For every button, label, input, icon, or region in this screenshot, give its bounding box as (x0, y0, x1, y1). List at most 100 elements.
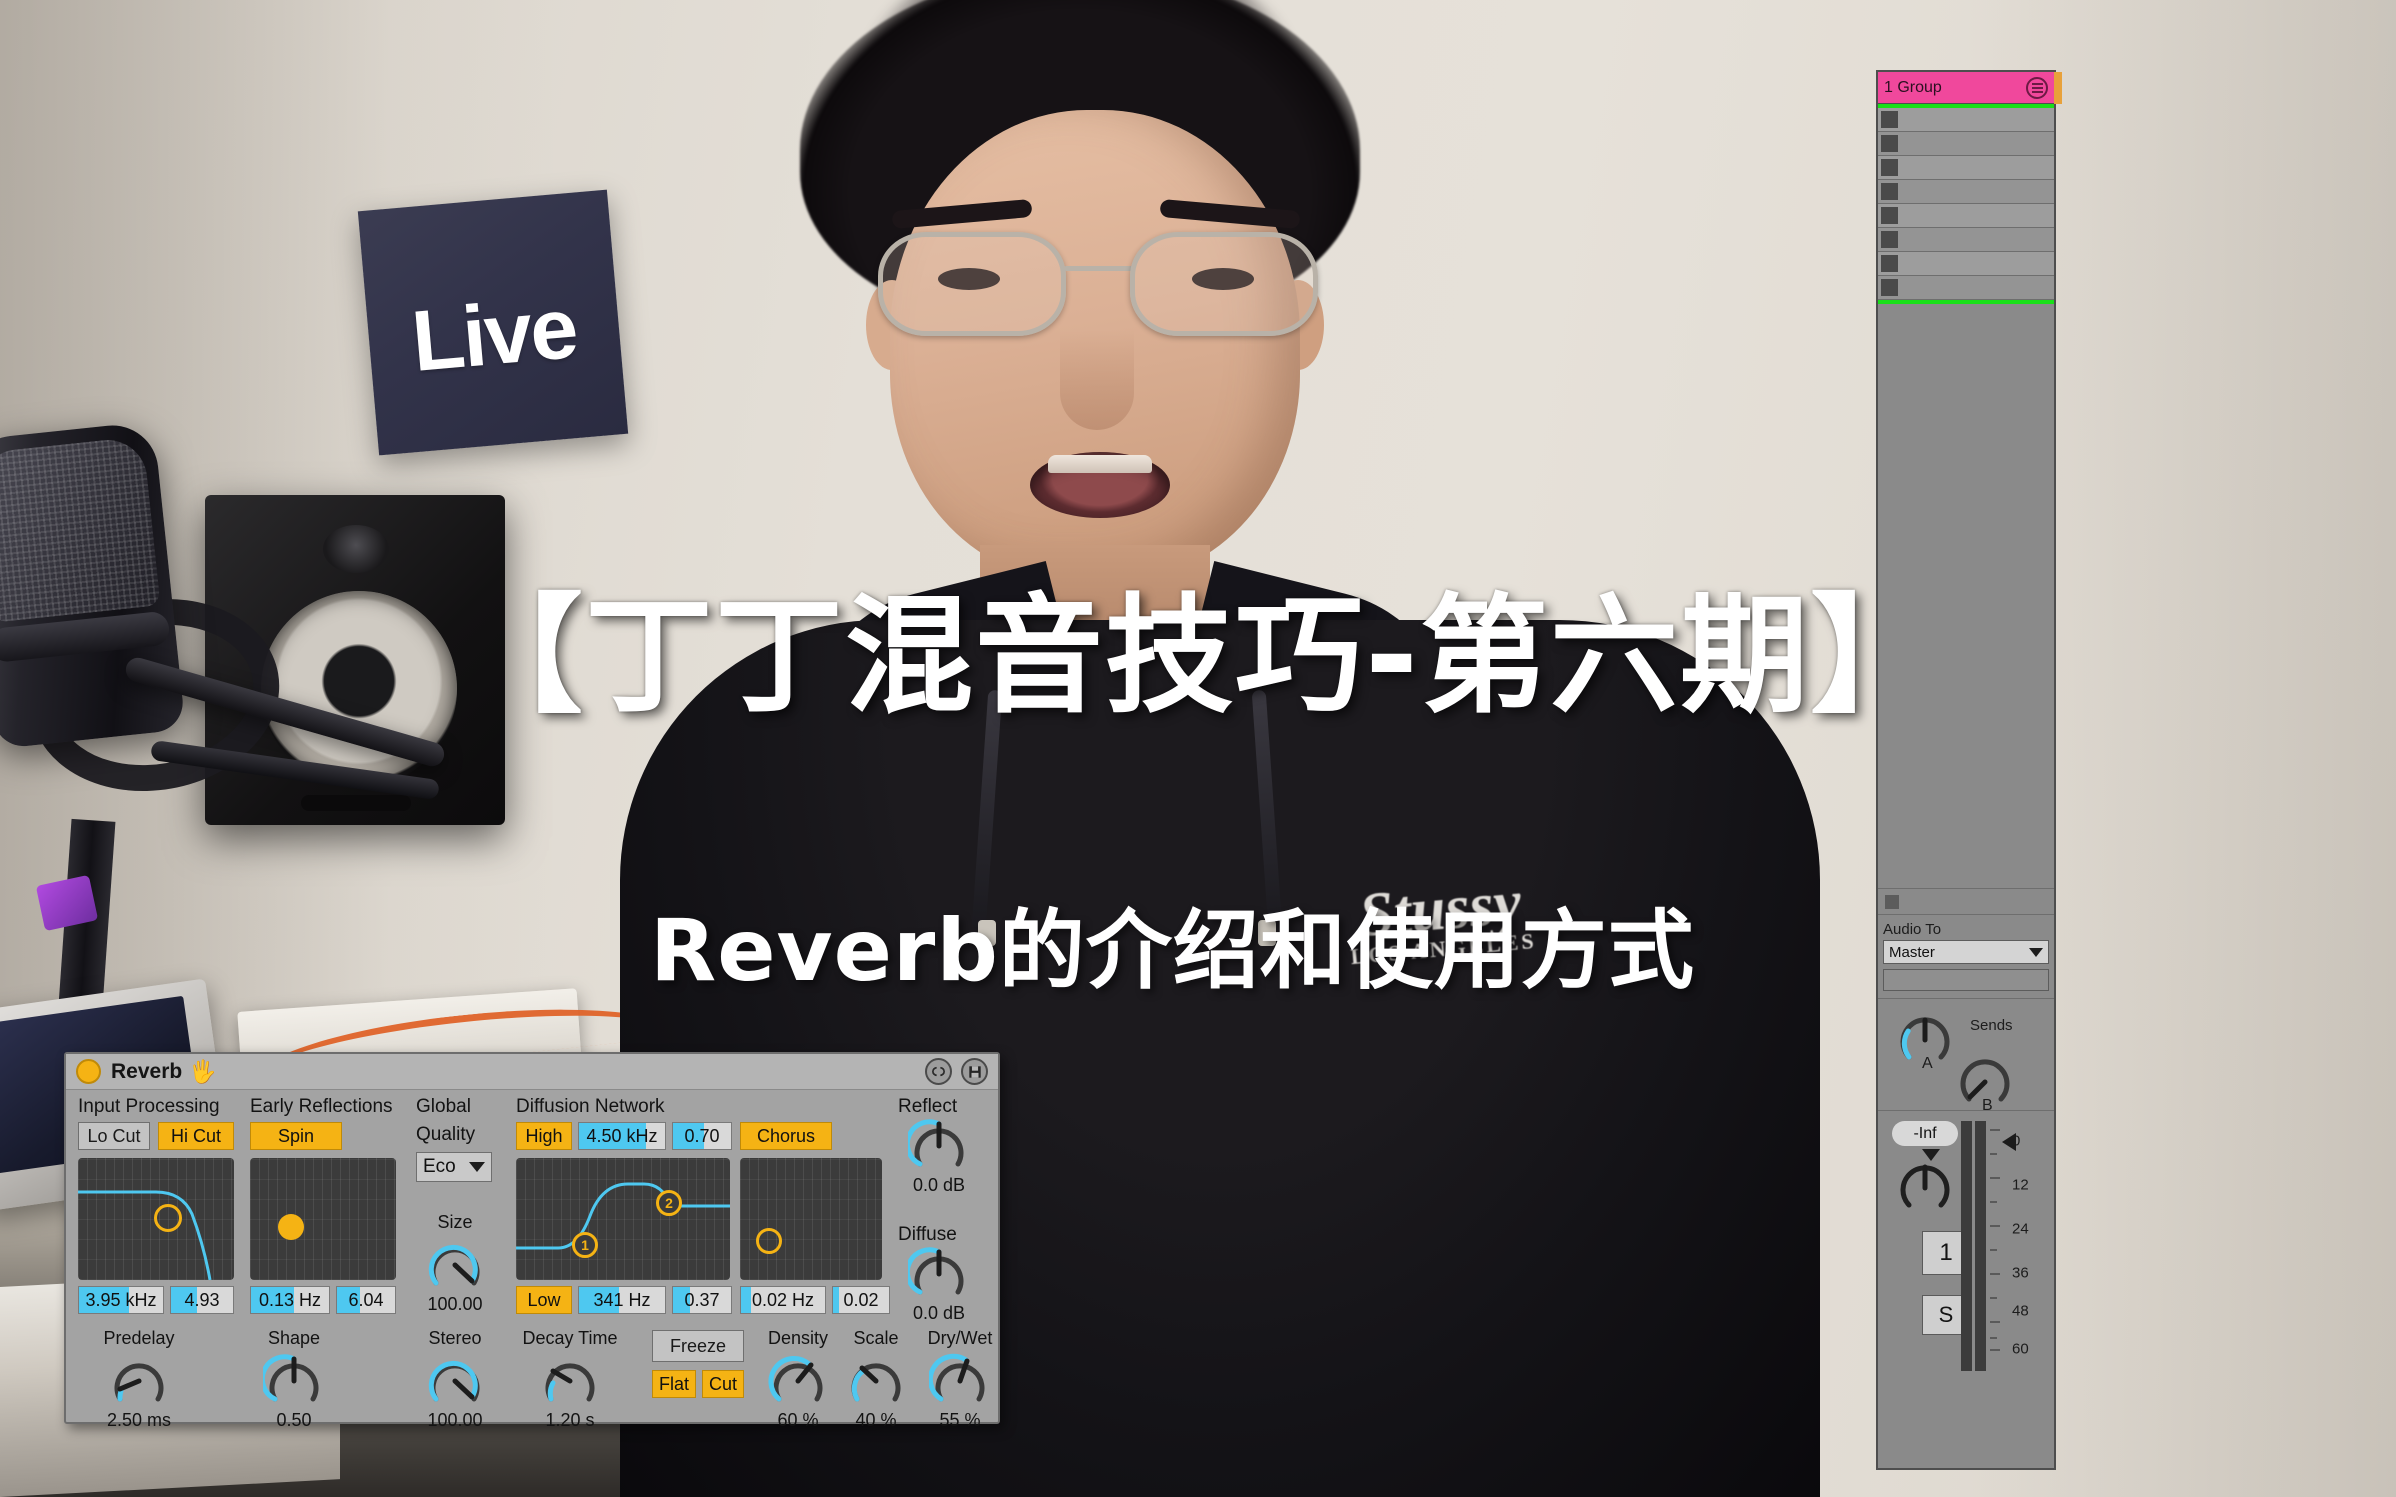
low-amount-field[interactable]: 0.37 (672, 1286, 732, 1314)
audio-to-label: Audio To (1883, 921, 1942, 938)
track-name: 1 Group (1884, 78, 1942, 96)
chorus-graph[interactable] (740, 1158, 882, 1280)
chorus-button[interactable]: Chorus (740, 1122, 832, 1150)
scale-value: 40 % (855, 1410, 897, 1430)
section-label-input-processing: Input Processing (78, 1096, 220, 1117)
diffusion-node-2[interactable]: 2 (656, 1190, 682, 1216)
diffuse-value: 0.0 dB (912, 1303, 966, 1323)
send-b-knob[interactable]: B (1956, 1053, 2014, 1114)
clip-stop-icon[interactable] (1881, 159, 1898, 176)
lo-cut-button[interactable]: Lo Cut (78, 1122, 150, 1150)
condenser-microphone (0, 420, 186, 750)
section-label-global: Global (416, 1096, 471, 1117)
clip-stop-icon[interactable] (1881, 279, 1898, 296)
high-shelf-button[interactable]: High (516, 1122, 572, 1150)
chorus-rate-field[interactable]: 0.02 Hz (740, 1286, 826, 1314)
low-freq-field[interactable]: 341 Hz (578, 1286, 666, 1314)
header-icon-group (925, 1058, 988, 1085)
input-filter-graph[interactable] (78, 1158, 234, 1280)
clip-slot[interactable] (1878, 204, 2054, 228)
eyeglasses (878, 232, 1318, 336)
input-filter-freq-field[interactable]: 3.95 kHz (78, 1286, 164, 1314)
meter-tick-label: 12 (2012, 1176, 2029, 1194)
teeth (1048, 455, 1152, 473)
speaker-tweeter (323, 525, 389, 573)
clip-slot[interactable] (1878, 180, 2054, 204)
clip-stop-icon[interactable] (1881, 111, 1898, 128)
chevron-down-icon (2029, 947, 2043, 957)
early-reflections-graph[interactable] (250, 1158, 396, 1280)
clip-stop-icon[interactable] (1881, 135, 1898, 152)
density-control[interactable]: Density 60 % (752, 1328, 844, 1431)
dry-wet-control[interactable]: Dry/Wet 55 % (908, 1328, 1012, 1431)
dry-wet-value: 55 % (939, 1410, 981, 1430)
clip-stop-icon[interactable] (1881, 231, 1898, 248)
clip-slot[interactable] (1878, 228, 2054, 252)
shape-control[interactable]: Shape 0.50 (246, 1328, 342, 1431)
meter-tick-label: 48 (2012, 1302, 2029, 1320)
spin-rate-field[interactable]: 0.13 Hz (250, 1286, 330, 1314)
stereo-control[interactable]: Stereo 100.00 (404, 1328, 506, 1431)
audio-to-select[interactable]: Master (1883, 940, 2049, 964)
chorus-amount-field[interactable]: 0.02 (832, 1286, 890, 1314)
stop-all-clips-row[interactable] (1878, 889, 2054, 915)
chorus-handle[interactable] (756, 1228, 782, 1254)
clip-stop-icon[interactable] (1881, 255, 1898, 272)
section-label-early-reflections: Early Reflections (250, 1096, 393, 1117)
spin-button[interactable]: Spin (250, 1122, 342, 1150)
track-title-bar[interactable]: 1 Group (1878, 72, 2062, 104)
send-a-knob[interactable]: A (1896, 1011, 1954, 1072)
diffusion-node-1[interactable]: 1 (572, 1232, 598, 1258)
mic-grille (0, 436, 161, 623)
size-control[interactable]: Size 100.00 (412, 1212, 498, 1315)
clip-slot[interactable] (1878, 252, 2054, 276)
meter-bar-left (1961, 1121, 1972, 1371)
clip-slot[interactable] (1878, 276, 2054, 300)
decay-time-control[interactable]: Decay Time 1.20 s (508, 1328, 632, 1431)
input-filter-q-field[interactable]: 4.93 (170, 1286, 234, 1314)
clip-slot[interactable] (1878, 156, 2054, 180)
cut-button[interactable]: Cut (702, 1370, 744, 1398)
scale-label: Scale (853, 1328, 899, 1348)
fader-handle[interactable] (2002, 1133, 2016, 1151)
spin-amount-field[interactable]: 6.04 (336, 1286, 396, 1314)
send-a-letter: A (1922, 1055, 1933, 1072)
low-shelf-button[interactable]: Low (516, 1286, 572, 1314)
hi-cut-handle[interactable] (154, 1204, 182, 1232)
spin-handle[interactable] (278, 1214, 304, 1240)
reflect-control[interactable]: 0.0 dB (894, 1116, 984, 1196)
predelay-label: Predelay (103, 1328, 175, 1348)
meter-bars (1961, 1121, 1986, 1371)
chevron-down-icon (469, 1162, 485, 1172)
meter-tick-label: 24 (2012, 1220, 2029, 1238)
stereo-value: 100.00 (427, 1410, 483, 1430)
diffuse-control[interactable]: 0.0 dB (894, 1244, 984, 1324)
stop-all-clips-icon[interactable] (1885, 894, 1899, 909)
diffusion-eq-graph[interactable]: 1 2 (516, 1158, 730, 1280)
reverb-device-panel: Reverb 🖐 Input Processing Early Reflecti… (64, 1052, 1000, 1430)
clip-stop-icon[interactable] (1881, 207, 1898, 224)
audio-to-channel-select[interactable] (1883, 969, 2049, 991)
hi-cut-button[interactable]: Hi Cut (158, 1122, 234, 1150)
quality-select[interactable]: Eco (416, 1152, 492, 1182)
volume-value[interactable]: -Inf (1892, 1121, 1958, 1146)
reverb-header: Reverb 🖐 (66, 1054, 998, 1090)
pan-knob[interactable] (1896, 1159, 1954, 1217)
clip-stop-icon[interactable] (1881, 183, 1898, 200)
scale-control[interactable]: Scale 40 % (838, 1328, 914, 1431)
predelay-control[interactable]: Predelay 2.50 ms (86, 1328, 192, 1431)
decay-time-label: Decay Time (522, 1328, 618, 1348)
quality-value: Eco (423, 1156, 456, 1177)
link-icon[interactable] (925, 1058, 952, 1085)
clip-slot[interactable] (1878, 132, 2054, 156)
save-icon[interactable] (961, 1058, 988, 1085)
shape-label: Shape (267, 1328, 321, 1348)
flat-button[interactable]: Flat (652, 1370, 696, 1398)
track-fold-menu-icon[interactable] (2026, 76, 2048, 99)
high-freq-field[interactable]: 4.50 kHz (578, 1122, 666, 1150)
high-amount-field[interactable]: 0.70 (672, 1122, 732, 1150)
freeze-button[interactable]: Freeze (652, 1330, 744, 1362)
clip-slot[interactable] (1878, 108, 2054, 132)
device-power-toggle[interactable] (76, 1059, 101, 1084)
ableton-track-strip: 1 Group Audio To Master Sends A B -Inf 1… (1876, 70, 2062, 1470)
